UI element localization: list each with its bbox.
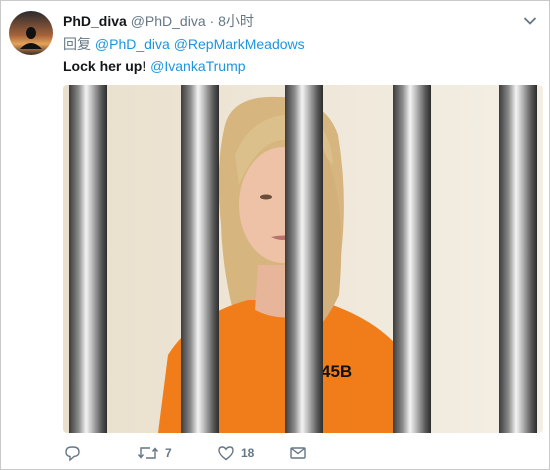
reply-prefix: 回复 (63, 36, 91, 52)
reply-button[interactable] (63, 443, 87, 463)
tweet-mention[interactable]: @IvankaTrump (150, 58, 245, 74)
direct-message-button[interactable] (289, 443, 313, 463)
tweet-header: PhD_diva @PhD_diva · 8小时 (63, 12, 254, 30)
shirt-number: 45B (321, 362, 352, 381)
tweet-card: PhD_diva @PhD_diva · 8小时 回复 @PhD_diva @R… (0, 0, 550, 470)
chevron-down-icon[interactable] (523, 13, 537, 25)
tweet-actions: 7 18 (63, 443, 393, 463)
timestamp[interactable]: 8小时 (218, 13, 254, 29)
replying-to: 回复 @PhD_diva @RepMarkMeadows (63, 35, 305, 53)
direct-message-icon (289, 444, 307, 462)
reply-mention-2[interactable]: @RepMarkMeadows (174, 36, 305, 52)
like-count: 18 (241, 446, 255, 460)
retweet-icon (137, 444, 159, 462)
display-name[interactable]: PhD_diva (63, 13, 127, 29)
like-button[interactable]: 18 (217, 443, 254, 463)
avatar[interactable] (9, 11, 53, 55)
tweet-image[interactable]: 45B (63, 85, 543, 433)
like-icon (217, 444, 235, 462)
tweet-text-main: Lock her up (63, 58, 143, 74)
reply-icon (63, 444, 81, 462)
retweet-button[interactable]: 7 (137, 443, 172, 463)
tweet-text-punct: ! (142, 58, 147, 74)
tweet-text: Lock her up! @IvankaTrump (63, 57, 246, 75)
handle[interactable]: @PhD_diva (131, 13, 206, 29)
reply-mention-1[interactable]: @PhD_diva (95, 36, 170, 52)
time-separator: · (209, 13, 215, 29)
retweet-count: 7 (165, 446, 172, 460)
